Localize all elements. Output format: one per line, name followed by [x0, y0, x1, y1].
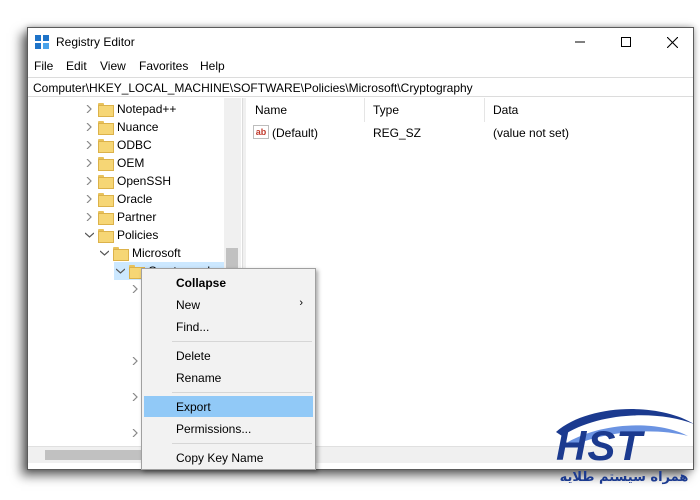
- menu-edit[interactable]: Edit: [66, 59, 87, 73]
- tree-item-policies[interactable]: Policies: [83, 226, 158, 244]
- column-header-type[interactable]: Type: [365, 98, 485, 122]
- context-item-find[interactable]: Find...: [144, 316, 313, 337]
- folder-icon: [113, 247, 129, 261]
- folder-icon: [98, 139, 114, 153]
- tree-item-nuance[interactable]: Nuance: [83, 118, 158, 136]
- tree-item-partner[interactable]: Partner: [83, 208, 156, 226]
- menu-separator: [172, 341, 312, 342]
- chevron-down-icon[interactable]: [83, 229, 95, 241]
- close-icon: [666, 36, 678, 48]
- tree-item-label: Notepad++: [117, 102, 177, 116]
- menu-favorites[interactable]: Favorites: [139, 59, 188, 73]
- context-item-collapse[interactable]: Collapse: [144, 272, 313, 293]
- title-bar[interactable]: Registry Editor: [28, 28, 693, 56]
- chevron-right-icon[interactable]: [129, 283, 141, 295]
- chevron-right-icon[interactable]: [129, 301, 141, 313]
- chevron-right-icon[interactable]: [83, 175, 95, 187]
- folder-icon: [98, 229, 114, 243]
- tree-item-notepadpp[interactable]: Notepad++: [83, 100, 176, 118]
- logo-text: HST: [556, 422, 643, 469]
- value-data: (value not set): [493, 126, 570, 140]
- folder-icon: [98, 103, 114, 117]
- chevron-down-icon[interactable]: [98, 247, 110, 259]
- folder-icon: [98, 175, 114, 189]
- tree-item-microsoft[interactable]: Microsoft: [98, 244, 181, 262]
- value-type: REG_SZ: [373, 126, 422, 140]
- string-value-icon: ab: [253, 125, 269, 139]
- chevron-right-icon[interactable]: [83, 157, 95, 169]
- chevron-right-icon[interactable]: [129, 355, 141, 367]
- tree-item-label: ODBC: [117, 138, 152, 152]
- folder-icon: [98, 211, 114, 225]
- chevron-right-icon[interactable]: [83, 103, 95, 115]
- chevron-right-icon[interactable]: [129, 337, 141, 349]
- close-button[interactable]: [649, 28, 693, 56]
- value-name: (Default): [272, 126, 319, 140]
- chevron-right-icon[interactable]: [129, 373, 141, 385]
- folder-icon: [98, 193, 114, 207]
- context-item-export[interactable]: Export: [144, 396, 313, 417]
- menu-help[interactable]: Help: [200, 59, 225, 73]
- minimize-icon: [575, 41, 585, 43]
- tree-item-oem[interactable]: OEM: [83, 154, 144, 172]
- chevron-down-icon[interactable]: [114, 265, 126, 277]
- minimize-button[interactable]: [557, 28, 603, 56]
- chevron-right-icon[interactable]: [129, 427, 141, 439]
- logo-subtitle: همراه سیستم طلایه: [559, 470, 689, 485]
- context-item-new-label: New: [176, 298, 201, 312]
- hst-watermark-logo: HST همراه سیستم طلایه: [548, 402, 698, 498]
- tree-item-label: OEM: [117, 156, 145, 170]
- tree-item-openssh[interactable]: OpenSSH: [83, 172, 171, 190]
- column-header-data[interactable]: Data: [485, 98, 693, 122]
- window-title: Registry Editor: [56, 35, 135, 49]
- context-menu: Collapse New › Find... Delete Rename Exp…: [141, 268, 316, 470]
- menu-separator: [172, 443, 312, 444]
- chevron-right-icon[interactable]: [83, 139, 95, 151]
- menu-view[interactable]: View: [100, 59, 126, 73]
- tree-item-odbc[interactable]: ODBC: [83, 136, 152, 154]
- tree-item-oracle[interactable]: Oracle: [83, 190, 152, 208]
- context-item-copy-key-name[interactable]: Copy Key Name: [144, 447, 313, 468]
- folder-icon: [98, 157, 114, 171]
- chevron-right-icon[interactable]: [83, 193, 95, 205]
- context-item-delete[interactable]: Delete: [144, 345, 313, 366]
- chevron-right-icon[interactable]: [83, 121, 95, 133]
- menu-file[interactable]: File: [34, 59, 53, 73]
- tree-item-label: OpenSSH: [117, 174, 172, 188]
- chevron-right-icon[interactable]: [129, 319, 141, 331]
- menu-bar: File Edit View Favorites Help: [28, 56, 693, 76]
- maximize-icon: [621, 37, 631, 47]
- tree-item-label: Microsoft: [132, 246, 181, 260]
- maximize-button[interactable]: [603, 28, 649, 56]
- context-item-permissions[interactable]: Permissions...: [144, 418, 313, 439]
- chevron-right-icon[interactable]: [129, 409, 141, 421]
- chevron-right-icon[interactable]: [83, 211, 95, 223]
- folder-icon: [98, 121, 114, 135]
- chevron-right-icon[interactable]: [129, 391, 141, 403]
- column-header-name[interactable]: Name: [247, 98, 365, 122]
- registry-editor-icon: [35, 35, 49, 49]
- context-item-new[interactable]: New ›: [144, 294, 313, 315]
- tree-item-label: Policies: [117, 228, 159, 242]
- tree-item-label: Partner: [117, 210, 157, 224]
- value-row[interactable]: ab (Default) REG_SZ (value not set): [247, 123, 693, 143]
- menu-separator: [172, 392, 312, 393]
- context-item-rename[interactable]: Rename: [144, 367, 313, 388]
- submenu-arrow-icon: ›: [299, 297, 303, 309]
- tree-item-label: Oracle: [117, 192, 153, 206]
- tree-item-label: Nuance: [117, 120, 159, 134]
- address-bar[interactable]: Computer\HKEY_LOCAL_MACHINE\SOFTWARE\Pol…: [28, 77, 693, 97]
